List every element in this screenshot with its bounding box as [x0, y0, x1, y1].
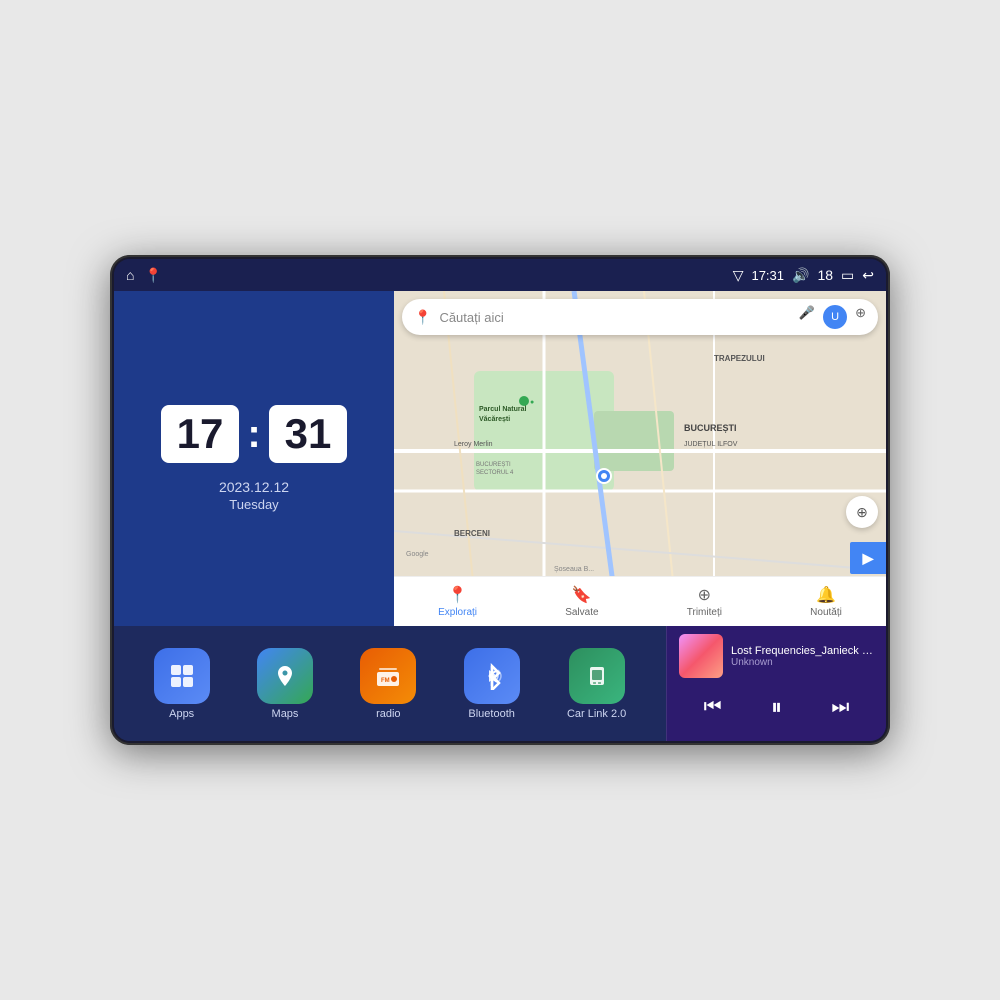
share-icon: ⊕ — [698, 585, 711, 605]
app-item-carlink[interactable]: Car Link 2.0 — [567, 648, 626, 720]
next-button[interactable]: ⏭ — [823, 692, 857, 723]
map-widget[interactable]: TRAPEZULUI BUCUREȘTI JUDEȚUL ILFOV BERCE… — [394, 291, 886, 626]
screen: ⌂ 📍 ▽ 17:31 🔊 18 ▭ ↩ 17 — [114, 259, 886, 741]
radio-label: radio — [376, 708, 400, 720]
maps-icon — [257, 648, 313, 704]
explore-label: Explorați — [438, 607, 477, 618]
news-icon: 🔔 — [816, 585, 836, 605]
mic-icon[interactable]: 🎤 — [799, 305, 815, 329]
map-tab-saved[interactable]: 🔖 Salvate — [565, 585, 598, 618]
music-artist: Unknown — [731, 657, 874, 668]
volume-level: 18 — [817, 267, 833, 283]
home-icon[interactable]: ⌂ — [126, 267, 134, 283]
device-frame: ⌂ 📍 ▽ 17:31 🔊 18 ▭ ↩ 17 — [110, 255, 890, 745]
apps-label: Apps — [169, 708, 194, 720]
back-icon[interactable]: ↩ — [862, 267, 874, 284]
volume-icon[interactable]: 🔊 — [792, 267, 809, 284]
svg-text:SECTORUL 4: SECTORUL 4 — [476, 470, 514, 476]
saved-icon: 🔖 — [572, 585, 592, 605]
music-thumbnail-image — [679, 634, 723, 678]
svg-text:Șoseaua B...: Șoseaua B... — [554, 566, 594, 573]
map-tab-share[interactable]: ⊕ Trimiteți — [687, 585, 722, 618]
svg-text:Google: Google — [406, 551, 429, 558]
svg-text:Leroy Merlin: Leroy Merlin — [454, 441, 493, 448]
bottom-section: Apps Maps — [114, 626, 886, 741]
saved-label: Salvate — [565, 607, 598, 618]
map-go-btn[interactable]: ▶ — [850, 542, 886, 574]
bluetooth-icon — [464, 648, 520, 704]
app-item-maps[interactable]: Maps — [257, 648, 313, 720]
clock-minutes-block: 31 — [269, 405, 348, 463]
top-section: 17 : 31 2023.12.12 Tuesday — [114, 291, 886, 626]
clock-colon: : — [247, 412, 260, 457]
svg-text:BUCUREȘTI: BUCUREȘTI — [684, 423, 737, 433]
radio-icon: FM — [360, 648, 416, 704]
map-bottom-bar: 📍 Explorați 🔖 Salvate ⊕ Trimiteți 🔔 — [394, 576, 886, 626]
news-label: Noutăți — [810, 607, 842, 618]
clock-hours-block: 17 — [161, 405, 240, 463]
map-compass-btn[interactable]: ⊕ — [846, 496, 878, 528]
map-pin-icon: 📍 — [414, 309, 431, 326]
status-bar-right: ▽ 17:31 🔊 18 ▭ ↩ — [733, 267, 874, 284]
svg-text:BERCENI: BERCENI — [454, 529, 490, 538]
share-label: Trimiteți — [687, 607, 722, 618]
battery-icon: ▭ — [841, 267, 854, 284]
map-search-icons: 🎤 U ⊕ — [799, 305, 866, 329]
svg-text:FM: FM — [381, 678, 390, 684]
music-details: Lost Frequencies_Janieck Devy-... Unknow… — [731, 645, 874, 668]
status-time: 17:31 — [751, 268, 784, 283]
svg-text:Parcul Natural: Parcul Natural — [479, 406, 527, 413]
apps-icon — [154, 648, 210, 704]
svg-text:BUCUREȘTI: BUCUREȘTI — [476, 462, 511, 468]
maps-status-icon[interactable]: 📍 — [144, 267, 161, 284]
music-controls: ⏮ ⏸ ⏭ — [679, 686, 874, 728]
status-bar-left: ⌂ 📍 — [126, 267, 162, 284]
layers-icon[interactable]: ⊕ — [855, 305, 866, 329]
clock-date-container: 2023.12.12 Tuesday — [219, 479, 289, 512]
status-bar: ⌂ 📍 ▽ 17:31 🔊 18 ▭ ↩ — [114, 259, 886, 291]
carlink-label: Car Link 2.0 — [567, 708, 626, 720]
map-tab-explore[interactable]: 📍 Explorați — [438, 585, 477, 618]
svg-text:●: ● — [530, 399, 534, 406]
svg-text:JUDEȚUL ILFOV: JUDEȚUL ILFOV — [684, 441, 738, 448]
clock-minutes: 31 — [285, 413, 332, 455]
apps-bar: Apps Maps — [114, 626, 666, 741]
user-avatar[interactable]: U — [823, 305, 847, 329]
map-search-input[interactable]: Căutați aici — [439, 310, 790, 325]
clock-widget: 17 : 31 2023.12.12 Tuesday — [114, 291, 394, 626]
main-content: 17 : 31 2023.12.12 Tuesday — [114, 291, 886, 741]
app-item-radio[interactable]: FM radio — [360, 648, 416, 720]
app-item-bluetooth[interactable]: Bluetooth — [464, 648, 520, 720]
carlink-icon — [569, 648, 625, 704]
map-tab-news[interactable]: 🔔 Noutăți — [810, 585, 842, 618]
play-pause-button[interactable]: ⏸ — [763, 690, 790, 724]
svg-text:TRAPEZULUI: TRAPEZULUI — [714, 354, 765, 363]
maps-label: Maps — [272, 708, 299, 720]
bluetooth-label: Bluetooth — [468, 708, 514, 720]
music-player: Lost Frequencies_Janieck Devy-... Unknow… — [666, 626, 886, 741]
location-icon: ▽ — [733, 267, 744, 284]
music-thumbnail — [679, 634, 723, 678]
prev-button[interactable]: ⏮ — [696, 692, 730, 723]
explore-icon: 📍 — [448, 585, 468, 605]
svg-text:Văcărești: Văcărești — [479, 416, 510, 423]
map-search-bar[interactable]: 📍 Căutați aici 🎤 U ⊕ — [402, 299, 878, 335]
clock-hours: 17 — [177, 413, 224, 455]
clock-day: Tuesday — [219, 497, 289, 512]
music-info-row: Lost Frequencies_Janieck Devy-... Unknow… — [679, 634, 874, 678]
app-item-apps[interactable]: Apps — [154, 648, 210, 720]
clock-date: 2023.12.12 — [219, 479, 289, 495]
music-title: Lost Frequencies_Janieck Devy-... — [731, 645, 874, 657]
clock-display: 17 : 31 — [161, 405, 348, 463]
